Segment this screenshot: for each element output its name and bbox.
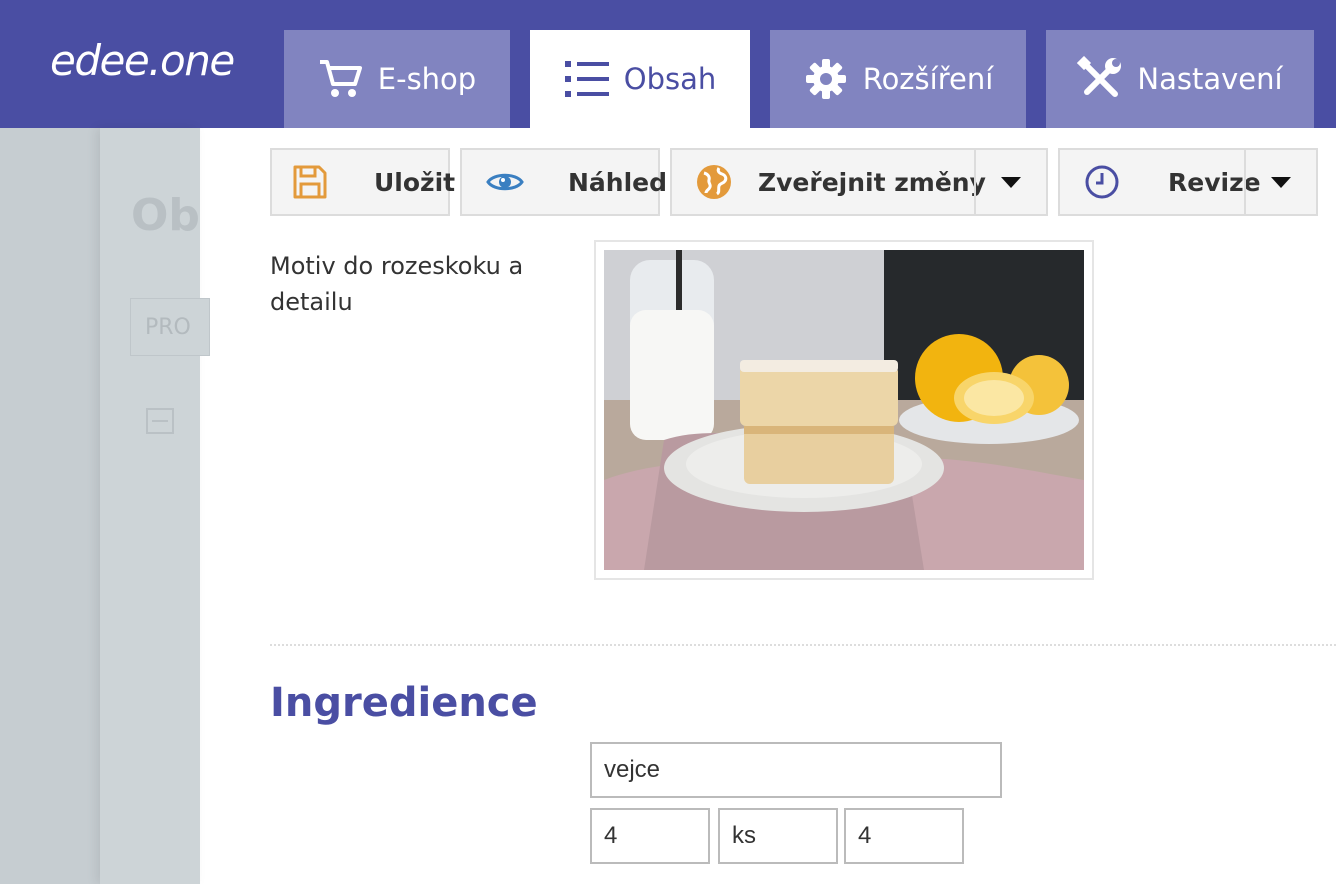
cake-photo xyxy=(604,250,1084,570)
tab-obsah[interactable]: Obsah xyxy=(530,30,750,128)
eye-icon xyxy=(486,162,524,202)
preview-label: Náhled xyxy=(568,167,668,197)
gear-icon xyxy=(803,56,849,102)
save-label: Uložit xyxy=(374,167,456,197)
clock-icon xyxy=(1082,162,1122,202)
floppy-disk-icon xyxy=(292,162,328,202)
tab-label: Obsah xyxy=(623,62,717,96)
revisions-button[interactable]: Revize xyxy=(1058,148,1318,216)
ingredients-heading: Ingredience xyxy=(270,680,538,726)
publish-button[interactable]: Zveřejnit změny xyxy=(670,148,1048,216)
globe-icon xyxy=(694,162,734,202)
publish-label: Zveřejnit změny xyxy=(758,167,986,197)
tab-eshop[interactable]: E-shop xyxy=(284,30,510,128)
tab-label: Rozšíření xyxy=(862,62,994,96)
background-page-title: Ob xyxy=(131,190,200,241)
preview-button[interactable]: Náhled xyxy=(460,148,667,216)
caret-down-icon xyxy=(1271,176,1291,188)
wrench-screwdriver-icon xyxy=(1077,56,1123,102)
background-panel-shadow xyxy=(100,128,200,884)
tab-label: E-shop xyxy=(377,62,477,96)
ingredient-amount-input[interactable] xyxy=(590,808,710,864)
image-field-label: Motiv do rozeskoku a detailu xyxy=(270,252,524,316)
tab-rozsireni[interactable]: Rozšíření xyxy=(770,30,1026,128)
brand-logo[interactable]: edee.one xyxy=(50,36,235,85)
tab-nastaveni[interactable]: Nastavení xyxy=(1046,30,1314,128)
ingredient-name-input[interactable] xyxy=(590,742,1002,798)
section-divider xyxy=(270,644,1336,646)
ingredient-count-input[interactable] xyxy=(844,808,964,864)
save-button[interactable]: Uložit xyxy=(270,148,455,216)
ingredient-unit-input[interactable] xyxy=(718,808,838,864)
cart-icon xyxy=(318,56,364,102)
publish-dropdown-toggle[interactable] xyxy=(974,150,1046,214)
top-navigation: edee.one E-shop Obsah Rozšíření Nastaven… xyxy=(0,0,1336,128)
background-panel xyxy=(0,128,100,884)
tab-label: Nastavení xyxy=(1137,62,1283,96)
image-picker[interactable] xyxy=(594,240,1094,580)
list-icon xyxy=(564,56,610,102)
background-search-input: PRO xyxy=(130,298,210,356)
caret-down-icon xyxy=(1001,176,1021,188)
collapse-icon xyxy=(146,408,174,434)
revisions-dropdown-toggle[interactable] xyxy=(1244,150,1316,214)
